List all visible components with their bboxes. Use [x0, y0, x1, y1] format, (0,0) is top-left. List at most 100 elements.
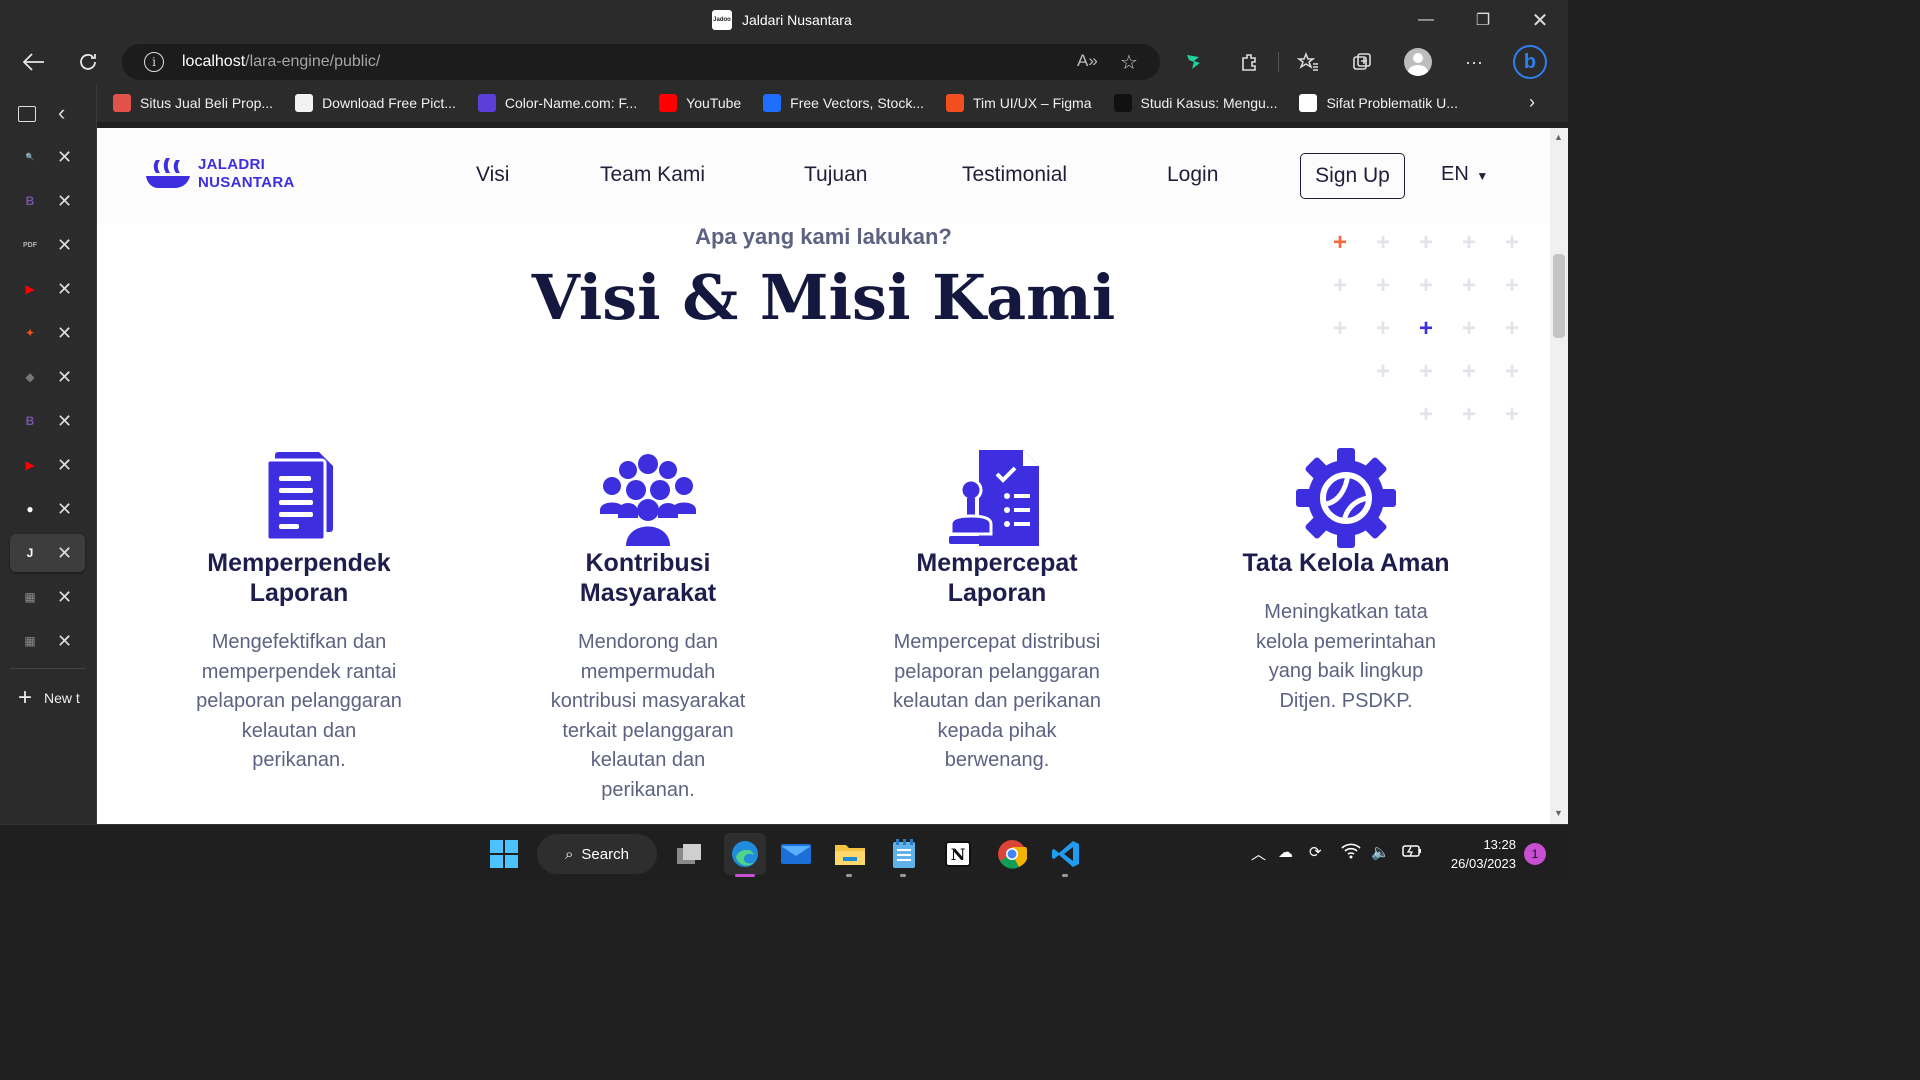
bookmark-item[interactable]: Studi Kasus: Mengu... — [1113, 94, 1277, 112]
vertical-tab[interactable]: PDF ✕ — [10, 226, 85, 264]
vscode-icon[interactable] — [1050, 838, 1082, 870]
onedrive-cloud-icon[interactable]: ☁ — [1278, 843, 1293, 861]
notepad-icon[interactable] — [888, 838, 920, 870]
collapse-pane-chevron-icon[interactable]: ‹ — [58, 100, 65, 126]
language-dropdown[interactable]: EN ▼ — [1441, 163, 1488, 186]
vertical-tab[interactable]: ▦ ✕ — [10, 622, 85, 660]
signup-button[interactable]: Sign Up — [1300, 153, 1405, 199]
plus-decoration-icon: + — [1376, 358, 1391, 385]
close-tab-icon[interactable]: ✕ — [57, 235, 72, 256]
page-scrollbar[interactable]: ▲ ▼ — [1550, 128, 1568, 824]
bookmark-item[interactable]: Sifat Problematik U... — [1299, 94, 1458, 112]
chrome-icon[interactable] — [996, 838, 1028, 870]
vertical-tab[interactable]: 🔍 ✕ — [10, 138, 85, 176]
vertical-tab[interactable]: ● ✕ — [10, 490, 85, 528]
site-logo[interactable]: JALADRI NUSANTARA — [144, 156, 295, 192]
file-explorer-icon[interactable] — [834, 838, 866, 870]
bookmark-icon — [295, 94, 314, 112]
tab-actions-icon[interactable] — [18, 106, 36, 122]
scroll-down-icon[interactable]: ▼ — [1554, 808, 1563, 818]
battery-charging-icon[interactable] — [1401, 843, 1423, 863]
card-description-line: pelaporan pelanggaran — [894, 660, 1100, 683]
scroll-thumb[interactable] — [1553, 254, 1565, 338]
close-tab-icon[interactable]: ✕ — [57, 411, 72, 432]
clock-time: 13:28 — [1483, 837, 1516, 852]
bookmark-item[interactable]: Tim UI/UX – Figma — [946, 94, 1092, 112]
extensions-puzzle-icon[interactable] — [1232, 46, 1266, 78]
boat-logo-icon — [146, 158, 190, 188]
taskbar-clock[interactable]: 13:28 26/03/2023 — [1430, 835, 1516, 873]
close-icon[interactable]: ✕ — [1520, 6, 1560, 34]
nav-link-tujuan[interactable]: Tujuan — [804, 163, 867, 187]
notification-badge[interactable]: 1 — [1524, 843, 1546, 865]
nav-link-testimonial[interactable]: Testimonial — [962, 163, 1067, 187]
wifi-icon[interactable] — [1341, 843, 1361, 863]
vertical-tab[interactable]: J ✕ — [10, 534, 85, 572]
bookmark-icon — [1113, 94, 1132, 112]
address-bar[interactable]: i localhost/lara-engine/public/ A» ☆ — [122, 44, 1160, 80]
logo-line2: NUSANTARA — [198, 174, 295, 191]
plus-decoration-icon: + — [1505, 358, 1520, 385]
mail-icon[interactable] — [780, 838, 812, 870]
edge-taskbar-icon[interactable] — [724, 833, 766, 875]
site-info-icon[interactable]: i — [144, 52, 164, 72]
bookmark-item[interactable]: YouTube — [659, 94, 741, 112]
close-tab-icon[interactable]: ✕ — [57, 191, 72, 212]
minimize-icon[interactable]: — — [1406, 6, 1446, 34]
bookmark-item[interactable]: Free Vectors, Stock... — [763, 94, 924, 112]
close-tab-icon[interactable]: ✕ — [57, 455, 72, 476]
nav-link-team[interactable]: Team Kami — [600, 163, 705, 187]
close-tab-icon[interactable]: ✕ — [57, 367, 72, 388]
url-text[interactable]: localhost/lara-engine/public/ — [182, 53, 380, 71]
close-tab-icon[interactable]: ✕ — [57, 543, 72, 564]
notion-icon[interactable]: N — [942, 838, 974, 870]
favorites-icon[interactable] — [1291, 46, 1325, 78]
collections-icon[interactable] — [1345, 46, 1379, 78]
back-arrow-icon[interactable] — [17, 46, 51, 78]
sync-icon[interactable]: ⟳ — [1309, 843, 1322, 861]
plus-decoration-icon: + — [1419, 272, 1434, 299]
card-description-line: Meningkatkan tata — [1264, 601, 1428, 623]
bookmark-item[interactable]: Download Free Pict... — [295, 94, 456, 112]
close-tab-icon[interactable]: ✕ — [57, 631, 72, 652]
volume-icon[interactable]: 🔈 — [1371, 843, 1390, 861]
close-tab-icon[interactable]: ✕ — [57, 587, 72, 608]
card-title: Tata Kelola Aman — [1242, 549, 1450, 577]
bookmark-item[interactable]: Color-Name.com: F... — [477, 94, 637, 112]
close-tab-icon[interactable]: ✕ — [57, 499, 72, 520]
bookmark-item[interactable]: Situs Jual Beli Prop... — [113, 94, 273, 112]
vertical-tab[interactable]: B ✕ — [10, 402, 85, 440]
tab-divider — [10, 668, 85, 669]
vertical-tab[interactable]: ▶ ✕ — [10, 446, 85, 484]
extension-dino-icon[interactable] — [1177, 46, 1211, 78]
scroll-up-icon[interactable]: ▲ — [1554, 132, 1563, 142]
vertical-tab[interactable]: B ✕ — [10, 182, 85, 220]
taskbar-search[interactable]: ⌕ Search — [537, 834, 657, 874]
feature-card: Tata Kelola Aman Meningkatkan tata kelola… — [1196, 448, 1496, 716]
login-link[interactable]: Login — [1167, 163, 1218, 187]
add-favorite-icon[interactable]: ☆ — [1120, 50, 1138, 75]
vertical-tab[interactable]: ◆ ✕ — [10, 358, 85, 396]
restore-icon[interactable]: ❐ — [1463, 6, 1503, 34]
close-tab-icon[interactable]: ✕ — [57, 323, 72, 344]
card-description-line: Mendorong dan — [577, 631, 719, 653]
card-description-line: mempermudah — [580, 660, 716, 683]
tray-overflow-chevron-icon[interactable]: ︿ — [1251, 843, 1266, 864]
read-aloud-icon[interactable]: A» — [1077, 51, 1098, 71]
new-tab-button[interactable]: + New t — [18, 684, 80, 712]
task-view-icon[interactable] — [673, 838, 705, 870]
windows-start-icon[interactable] — [488, 838, 520, 870]
more-menu-icon[interactable]: ··· — [1457, 46, 1491, 78]
vertical-tab[interactable]: ✦ ✕ — [10, 314, 85, 352]
bookmarks-overflow-chevron-icon[interactable]: › — [1529, 92, 1535, 113]
bing-copilot-icon[interactable]: b — [1513, 45, 1547, 79]
vertical-tab[interactable]: ▦ ✕ — [10, 578, 85, 616]
close-tab-icon[interactable]: ✕ — [57, 279, 72, 300]
vertical-tab[interactable]: ▶ ✕ — [10, 270, 85, 308]
nav-link-visi[interactable]: Visi — [476, 163, 509, 187]
close-tab-icon[interactable]: ✕ — [57, 147, 72, 168]
profile-avatar-icon[interactable] — [1401, 46, 1435, 78]
card-title: Memperpendek Laporan — [207, 549, 391, 607]
feature-card: Memperpendek Laporan Mengefektifkan dan me… — [149, 448, 449, 776]
refresh-icon[interactable] — [71, 46, 105, 78]
